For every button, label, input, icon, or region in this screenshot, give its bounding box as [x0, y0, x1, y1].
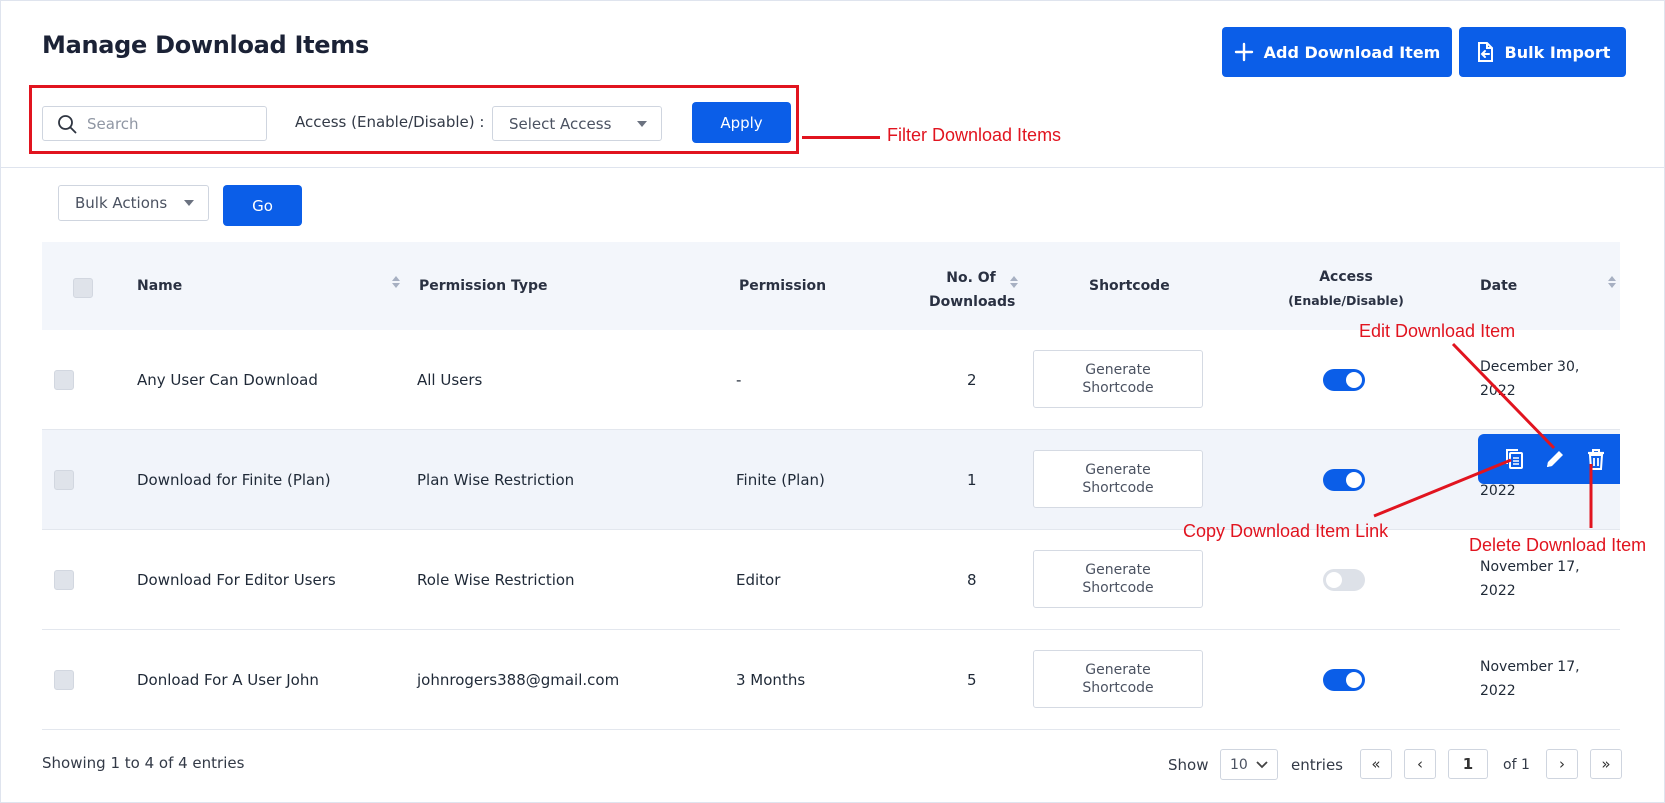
total-pages-label: of 1: [1503, 757, 1530, 773]
entries-label: entries: [1291, 756, 1343, 774]
page-size-select[interactable]: 10: [1220, 749, 1278, 780]
manage-download-items-panel: Manage Download Items Add Download Item …: [0, 0, 1665, 803]
last-page-button[interactable]: »: [1590, 749, 1622, 779]
page-size-value: 10: [1230, 756, 1248, 773]
previous-page-button[interactable]: ‹: [1404, 749, 1436, 779]
next-page-button[interactable]: ›: [1546, 749, 1578, 779]
copy-annotation-label: Copy Download Item Link: [1183, 521, 1389, 541]
entries-info: Showing 1 to 4 of 4 entries: [42, 754, 245, 772]
current-page-input[interactable]: 1: [1448, 749, 1488, 779]
show-label: Show: [1168, 756, 1209, 774]
delete-annotation-label: Delete Download Item: [1469, 535, 1647, 555]
first-page-button[interactable]: «: [1360, 749, 1392, 779]
edit-annotation-label: Edit Download Item: [1359, 321, 1516, 341]
annotation-arrows: [1373, 342, 1593, 528]
chevron-down-icon: [1256, 761, 1268, 769]
